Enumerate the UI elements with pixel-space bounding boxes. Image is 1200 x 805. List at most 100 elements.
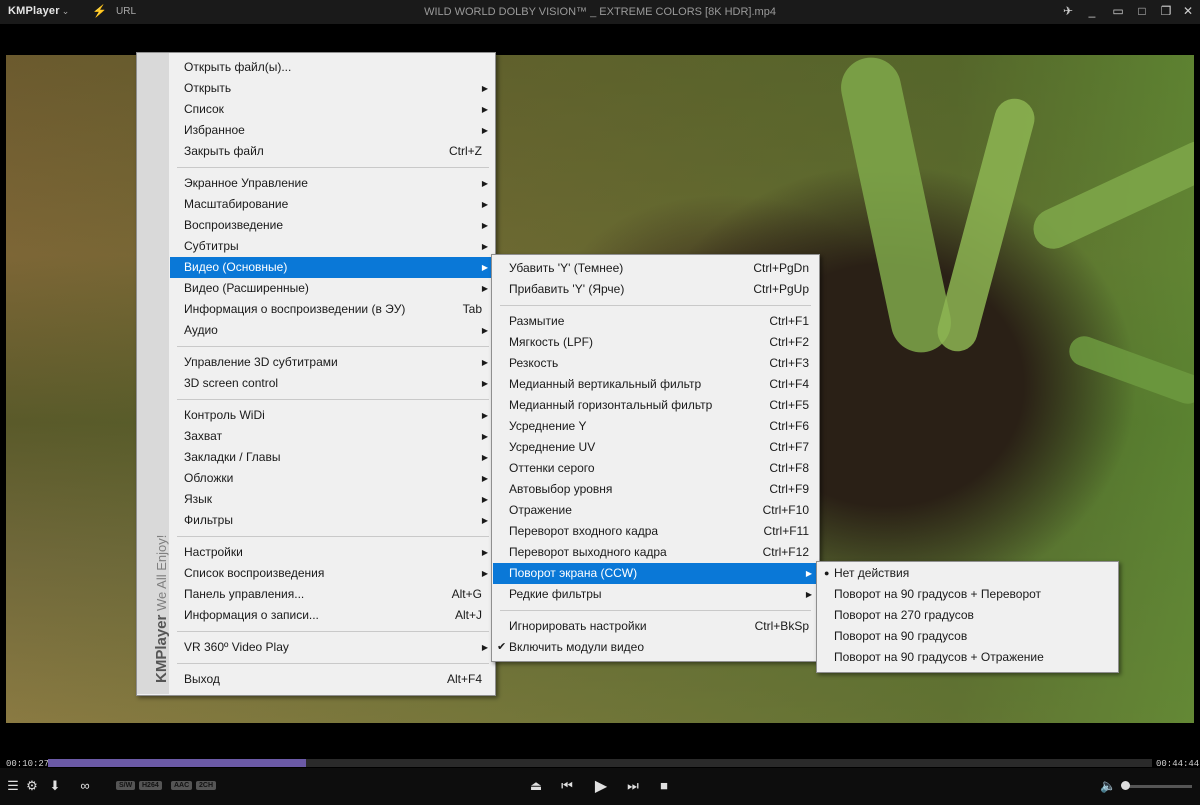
volume-slider[interactable] [1124, 785, 1192, 788]
main-menu-item[interactable]: Управление 3D субтитрами ▶ [170, 352, 494, 373]
video-menu-item[interactable]: Переворот входного кадра Ctrl+F11 [493, 521, 818, 542]
main-menu-item[interactable]: Видео (Основные) ▶ [170, 257, 494, 278]
main-menu-item[interactable]: 3D screen control ▶ [170, 373, 494, 394]
main-menu-item[interactable]: Аудио ▶ [170, 320, 494, 341]
video-menu-item[interactable]: Поворот экрана (CCW) ▶ [493, 563, 818, 584]
menu-item-label: Размытие [509, 314, 565, 328]
main-menu-item[interactable]: Обложки ▶ [170, 468, 494, 489]
seek-bar[interactable] [48, 759, 1152, 767]
video-menu-item[interactable]: Отражение Ctrl+F10 [493, 500, 818, 521]
video-menu-item[interactable]: Оттенки серого Ctrl+F8 [493, 458, 818, 479]
main-menu-item[interactable]: Выход Alt+F4 [170, 669, 494, 690]
rotate-menu-item[interactable]: Поворот на 90 градусов + Отражение [818, 647, 1117, 668]
submenu-arrow-icon: ▶ [481, 242, 488, 251]
minimize-icon[interactable]: _ [1082, 4, 1102, 18]
pin-icon[interactable]: ✈ [1058, 4, 1078, 18]
menu-item-label: Аудио [184, 323, 218, 337]
eject-icon[interactable]: ⏏ [527, 778, 545, 794]
gear-icon[interactable]: ⚙ [24, 778, 40, 794]
volume-knob[interactable] [1121, 781, 1130, 790]
video-grass-shape [1026, 134, 1194, 256]
check-icon: ✔ [497, 641, 507, 653]
submenu-arrow-icon: ▶ [481, 126, 488, 135]
playlist-icon[interactable]: ☰ [5, 778, 21, 794]
menu-item-label: Редкие фильтры [509, 587, 602, 601]
restore-icon[interactable]: ❐ [1156, 4, 1176, 18]
submenu-arrow-icon: ▶ [481, 84, 488, 93]
main-menu-item[interactable]: Избранное ▶ [170, 120, 494, 141]
menu-item-label: Видео (Расширенные) [184, 281, 309, 295]
main-menu-item[interactable]: Фильтры ▶ [170, 510, 494, 531]
url-button[interactable]: URL [116, 6, 136, 17]
main-menu-item[interactable]: Язык ▶ [170, 489, 494, 510]
menu-item-label: Поворот на 270 градусов [834, 608, 974, 622]
menu-item-shortcut: Alt+G [451, 587, 482, 601]
video-menu-item[interactable]: Мягкость (LPF) Ctrl+F2 [493, 332, 818, 353]
video-menu-item[interactable]: Усреднение UV Ctrl+F7 [493, 437, 818, 458]
stop-icon[interactable]: ■ [655, 778, 673, 793]
menu-item-shortcut: Ctrl+F5 [769, 398, 809, 412]
main-menu-item[interactable]: Список воспроизведения ▶ [170, 563, 494, 584]
menu-item-label: Прибавить 'Y' (Ярче) [509, 282, 625, 296]
video-menu-item[interactable]: Резкость Ctrl+F3 [493, 353, 818, 374]
main-menu-item[interactable]: Контроль WiDi ▶ [170, 405, 494, 426]
video-menu-item[interactable]: Усреднение Y Ctrl+F6 [493, 416, 818, 437]
menu-item-shortcut: Ctrl+F4 [769, 377, 809, 391]
main-menu-item[interactable]: Список ▶ [170, 99, 494, 120]
video-menu-item[interactable]: ✔ Включить модули видео [493, 637, 818, 658]
submenu-arrow-icon: ▶ [481, 263, 488, 272]
rotate-menu-item[interactable]: Поворот на 90 градусов [818, 626, 1117, 647]
main-menu-item[interactable]: Видео (Расширенные) ▶ [170, 278, 494, 299]
menu-item-label: Обложки [184, 471, 234, 485]
main-menu-item[interactable]: Закрыть файл Ctrl+Z [170, 141, 494, 162]
menu-item-label: Масштабирование [184, 197, 289, 211]
video-menu-item[interactable]: Медианный горизонтальный фильтр Ctrl+F5 [493, 395, 818, 416]
kmplayer-logo-button[interactable]: KMPlayer ⌄ [8, 5, 69, 17]
video-menu-item[interactable]: Медианный вертикальный фильтр Ctrl+F4 [493, 374, 818, 395]
close-icon[interactable]: ✕ [1178, 4, 1198, 18]
volume-icon[interactable]: 🔈 [1100, 778, 1116, 794]
rotate-menu-item[interactable]: Поворот на 90 градусов + Переворот [818, 584, 1117, 605]
main-menu-item[interactable]: Открыть файл(ы)... [170, 57, 494, 78]
chevron-down-icon: ⌄ [61, 6, 70, 16]
rotate-menu-item[interactable]: ● Нет действия [818, 563, 1117, 584]
video-menu-item[interactable]: Размытие Ctrl+F1 [493, 311, 818, 332]
main-menu-item[interactable]: Панель управления... Alt+G [170, 584, 494, 605]
main-menu-item[interactable]: Открыть ▶ [170, 78, 494, 99]
main-menu-item[interactable]: Информация о записи... Alt+J [170, 605, 494, 626]
menu-item-shortcut: Ctrl+F7 [769, 440, 809, 454]
video-menu-item[interactable]: Прибавить 'Y' (Ярче) Ctrl+PgUp [493, 279, 818, 300]
vr-glasses-icon[interactable]: ∞ [74, 778, 96, 793]
main-menu-item[interactable]: Закладки / Главы ▶ [170, 447, 494, 468]
video-menu-item[interactable]: Игнорировать настройки Ctrl+BkSp [493, 616, 818, 637]
menu-item-label: Открыть [184, 81, 232, 95]
video-menu-item[interactable]: Редкие фильтры ▶ [493, 584, 818, 605]
main-menu-item[interactable]: Экранное Управление ▶ [170, 173, 494, 194]
video-menu-item[interactable]: Переворот выходного кадра Ctrl+F12 [493, 542, 818, 563]
menu-item-label: Захват [184, 429, 223, 443]
compact-icon[interactable]: ▭ [1108, 4, 1128, 18]
download-icon[interactable]: ⬇ [44, 778, 66, 794]
main-menu-item[interactable]: Субтитры ▶ [170, 236, 494, 257]
submenu-arrow-icon: ▶ [481, 548, 488, 557]
menu-item-label: Медианный горизонтальный фильтр [509, 398, 713, 412]
rotate-menu-item[interactable]: Поворот на 270 градусов [818, 605, 1117, 626]
play-icon[interactable]: ▶ [591, 776, 611, 796]
main-menu-item[interactable]: Воспроизведение ▶ [170, 215, 494, 236]
menu-item-shortcut: Ctrl+PgUp [753, 282, 809, 296]
lightning-icon[interactable]: ⚡ [92, 4, 107, 18]
menu-item-label: Автовыбор уровня [509, 482, 613, 496]
video-menu-item[interactable]: Автовыбор уровня Ctrl+F9 [493, 479, 818, 500]
menu-item-shortcut: Ctrl+F1 [769, 314, 809, 328]
video-grass-shape [835, 55, 957, 358]
maximize-icon[interactable]: □ [1132, 4, 1152, 18]
next-icon[interactable]: ⏭ [624, 778, 642, 794]
main-menu-item[interactable]: Масштабирование ▶ [170, 194, 494, 215]
video-menu-item[interactable]: Убавить 'Y' (Темнее) Ctrl+PgDn [493, 258, 818, 279]
main-menu-item[interactable]: VR 360º Video Play ▶ [170, 637, 494, 658]
menu-item-shortcut: Alt+F4 [446, 672, 482, 686]
main-menu-item[interactable]: Захват ▶ [170, 426, 494, 447]
main-menu-item[interactable]: Информация о воспроизведении (в ЭУ) Tab [170, 299, 494, 320]
main-menu-item[interactable]: Настройки ▶ [170, 542, 494, 563]
previous-icon[interactable]: ⏮ [558, 778, 576, 794]
